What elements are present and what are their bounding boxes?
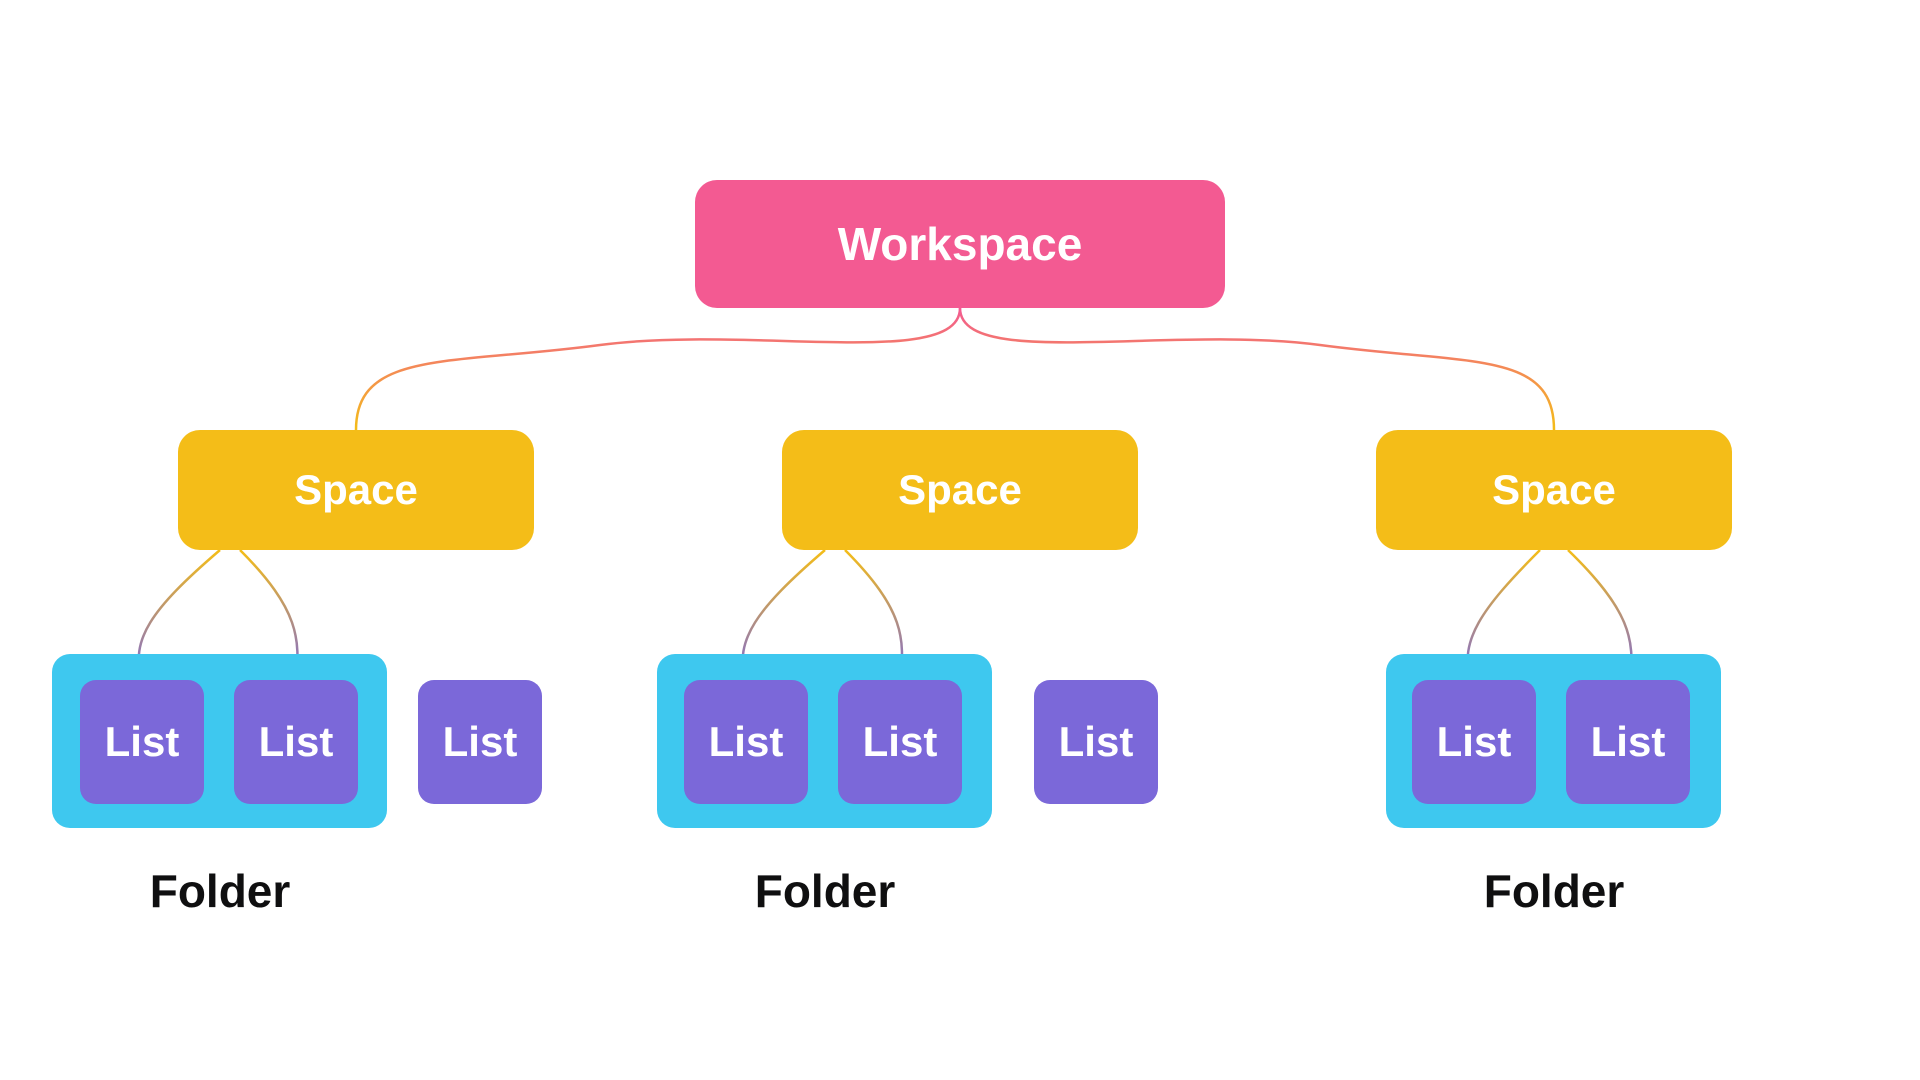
list-label: List [105,718,180,766]
list-node: List [1412,680,1536,804]
space-node: Space [178,430,534,550]
list-label: List [1059,718,1134,766]
list-node: List [838,680,962,804]
list-label: List [443,718,518,766]
space-node: Space [782,430,1138,550]
list-label: List [709,718,784,766]
space-label: Space [294,466,418,514]
list-label: List [1437,718,1512,766]
folder-label: Folder [120,864,320,918]
list-label: List [259,718,334,766]
space-label: Space [898,466,1022,514]
hierarchy-diagram: Workspace Space Space Space List List Li… [0,0,1920,1080]
folder-label: Folder [1454,864,1654,918]
list-node: List [684,680,808,804]
workspace-label: Workspace [838,217,1083,271]
list-label: List [863,718,938,766]
workspace-node: Workspace [695,180,1225,308]
list-node: List [418,680,542,804]
list-node: List [80,680,204,804]
list-node: List [234,680,358,804]
list-label: List [1591,718,1666,766]
space-node: Space [1376,430,1732,550]
list-node: List [1566,680,1690,804]
folder-label: Folder [725,864,925,918]
space-label: Space [1492,466,1616,514]
list-node: List [1034,680,1158,804]
